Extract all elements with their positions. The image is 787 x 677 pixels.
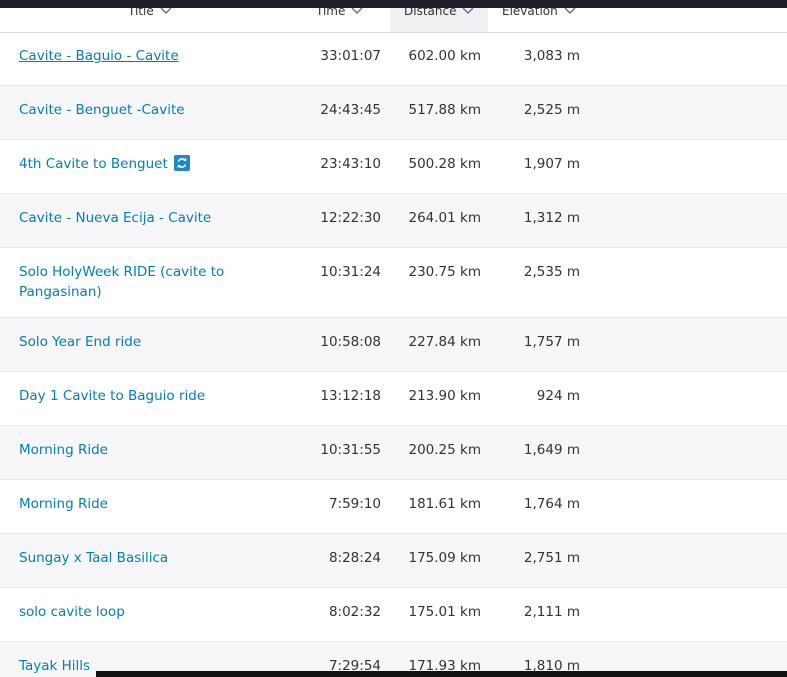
activity-time: 23:43:10	[320, 156, 381, 172]
activity-distance: 227.84 km	[408, 334, 482, 350]
activity-elevation: 3,083 m	[523, 48, 580, 64]
sync-icon	[173, 155, 190, 171]
activity-time: 10:31:55	[320, 442, 381, 458]
activity-distance: 264.01 km	[408, 210, 482, 226]
activity-elevation: 1,312 m	[523, 210, 580, 226]
activity-elevation: 1,907 m	[523, 156, 580, 172]
table-row: solo cavite loop 8:02:32 175.01 km 2,111…	[0, 588, 787, 642]
activity-time: 7:59:10	[328, 496, 381, 512]
activity-title-link[interactable]: solo cavite loop	[19, 602, 269, 622]
table-row: Solo Year End ride 10:58:08 227.84 km 1,…	[0, 318, 787, 372]
activity-time: 10:31:24	[320, 264, 381, 280]
activity-time: 13:12:18	[320, 388, 381, 404]
activity-title-link[interactable]: Solo HolyWeek RIDE (cavite to Pangasinan…	[19, 262, 239, 302]
activity-distance: 230.75 km	[408, 264, 482, 280]
activity-title-link[interactable]: Solo Year End ride	[19, 332, 269, 352]
activity-elevation: 2,111 m	[523, 604, 580, 620]
table-row: 4th Cavite to Benguet 23:43:10 500.28 km…	[0, 140, 787, 194]
activity-distance: 200.25 km	[408, 442, 482, 458]
activity-time: 33:01:07	[320, 48, 381, 64]
table-row: Cavite - Benguet -Cavite 24:43:45 517.88…	[0, 86, 787, 140]
activity-elevation: 924 m	[536, 388, 580, 404]
table-row: Day 1 Cavite to Baguio ride 13:12:18 213…	[0, 372, 787, 426]
activity-title-link[interactable]: Sungay x Taal Basilica	[19, 548, 269, 568]
activity-time: 12:22:30	[320, 210, 381, 226]
activity-elevation: 2,751 m	[523, 550, 580, 566]
table-row: Cavite - Baguio - Cavite 33:01:07 602.00…	[0, 32, 787, 86]
activity-distance: 602.00 km	[408, 48, 482, 64]
activity-title-link[interactable]: Morning Ride	[19, 440, 269, 460]
chevron-down-icon	[351, 7, 363, 14]
table-row: Morning Ride 10:31:55 200.25 km 1,649 m	[0, 426, 787, 480]
activity-elevation: 1,757 m	[523, 334, 580, 350]
top-bar	[0, 0, 787, 8]
activity-distance: 175.01 km	[408, 604, 482, 620]
table-row: Solo HolyWeek RIDE (cavite to Pangasinan…	[0, 248, 787, 318]
chevron-down-icon	[160, 7, 172, 14]
chevron-down-icon	[564, 7, 576, 14]
activity-distance: 500.28 km	[408, 156, 482, 172]
activity-distance: 175.09 km	[408, 550, 482, 566]
activity-title-link[interactable]: Cavite - Nueva Ecija - Cavite	[19, 208, 269, 228]
activity-elevation: 2,535 m	[523, 264, 580, 280]
activities-page: Title Time Distance Elevation Cavite - B…	[0, 0, 787, 677]
activity-time: 24:43:45	[320, 102, 381, 118]
activity-elevation: 1,764 m	[523, 496, 580, 512]
activity-title-link[interactable]: Day 1 Cavite to Baguio ride	[19, 386, 269, 406]
chevron-down-icon	[462, 7, 474, 14]
activity-title-link[interactable]: 4th Cavite to Benguet	[19, 154, 269, 174]
activity-distance: 517.88 km	[408, 102, 482, 118]
table-row: Cavite - Nueva Ecija - Cavite 12:22:30 2…	[0, 194, 787, 248]
activity-title-link[interactable]: Cavite - Benguet -Cavite	[19, 100, 269, 120]
activity-elevation: 1,649 m	[523, 442, 580, 458]
activity-title-text: 4th Cavite to Benguet	[19, 156, 168, 172]
activity-time: 10:58:08	[320, 334, 381, 350]
activity-elevation: 2,525 m	[523, 102, 580, 118]
activity-distance: 213.90 km	[408, 388, 482, 404]
activity-title-link[interactable]: Morning Ride	[19, 494, 269, 514]
activity-time: 8:02:32	[328, 604, 381, 620]
table-row: Sungay x Taal Basilica 8:28:24 175.09 km…	[0, 534, 787, 588]
activity-title-link[interactable]: Cavite - Baguio - Cavite	[19, 46, 269, 66]
table-row: Morning Ride 7:59:10 181.61 km 1,764 m	[0, 480, 787, 534]
activity-time: 8:28:24	[328, 550, 381, 566]
activity-distance: 181.61 km	[408, 496, 482, 512]
horizontal-scrollbar[interactable]	[96, 671, 787, 677]
